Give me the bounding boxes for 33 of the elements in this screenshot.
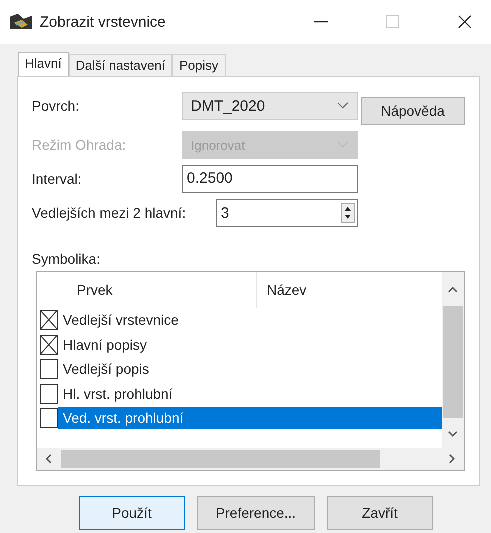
checkbox[interactable] (40, 359, 58, 380)
vertical-scrollbar[interactable] (442, 272, 464, 448)
dialog-button[interactable]: Preference... (197, 496, 315, 530)
tab[interactable]: Hlavní (18, 52, 69, 76)
help-button[interactable]: Nápověda (361, 97, 465, 125)
tab[interactable]: Popisy (172, 54, 226, 76)
close-icon[interactable] (457, 14, 473, 30)
field-label: Povrch: (32, 98, 80, 114)
checkbox[interactable] (40, 310, 58, 330)
section-label: Symbolika: (32, 251, 102, 267)
list-item[interactable]: Hlavní popisy (58, 334, 442, 356)
spin-arrows-icon[interactable] (341, 203, 355, 223)
chevron-icon (337, 102, 349, 110)
window-title: Zobrazit vrstevnice (40, 14, 167, 30)
field-label: Režim Ohrada: (32, 137, 128, 153)
list-item[interactable]: Hl. vrst. prohlubní (58, 382, 442, 405)
tab[interactable]: Další nastavení (68, 54, 172, 76)
terrain-icon (10, 13, 32, 31)
list-item[interactable]: Ved. vrst. prohlubní (58, 407, 442, 430)
dialog-button[interactable]: Použít (79, 496, 185, 530)
checkbox[interactable] (40, 408, 58, 428)
column-header[interactable]: Název (257, 272, 442, 308)
column-header[interactable]: Prvek (67, 272, 257, 308)
dropdown[interactable]: DMT_2020 (182, 92, 358, 120)
input-field[interactable]: 0.2500 (182, 165, 358, 193)
field-label: Interval: (32, 171, 83, 187)
list-item[interactable]: Vedlejší vrstevnice (58, 309, 442, 332)
dialog-button[interactable]: Zavřít (327, 496, 433, 530)
spin-field[interactable]: 3 (216, 199, 358, 227)
horizontal-scrollbar[interactable] (37, 448, 464, 470)
checkbox[interactable] (40, 334, 58, 355)
list-item[interactable]: Vedlejší popis (58, 358, 442, 380)
checkbox[interactable] (40, 384, 58, 404)
